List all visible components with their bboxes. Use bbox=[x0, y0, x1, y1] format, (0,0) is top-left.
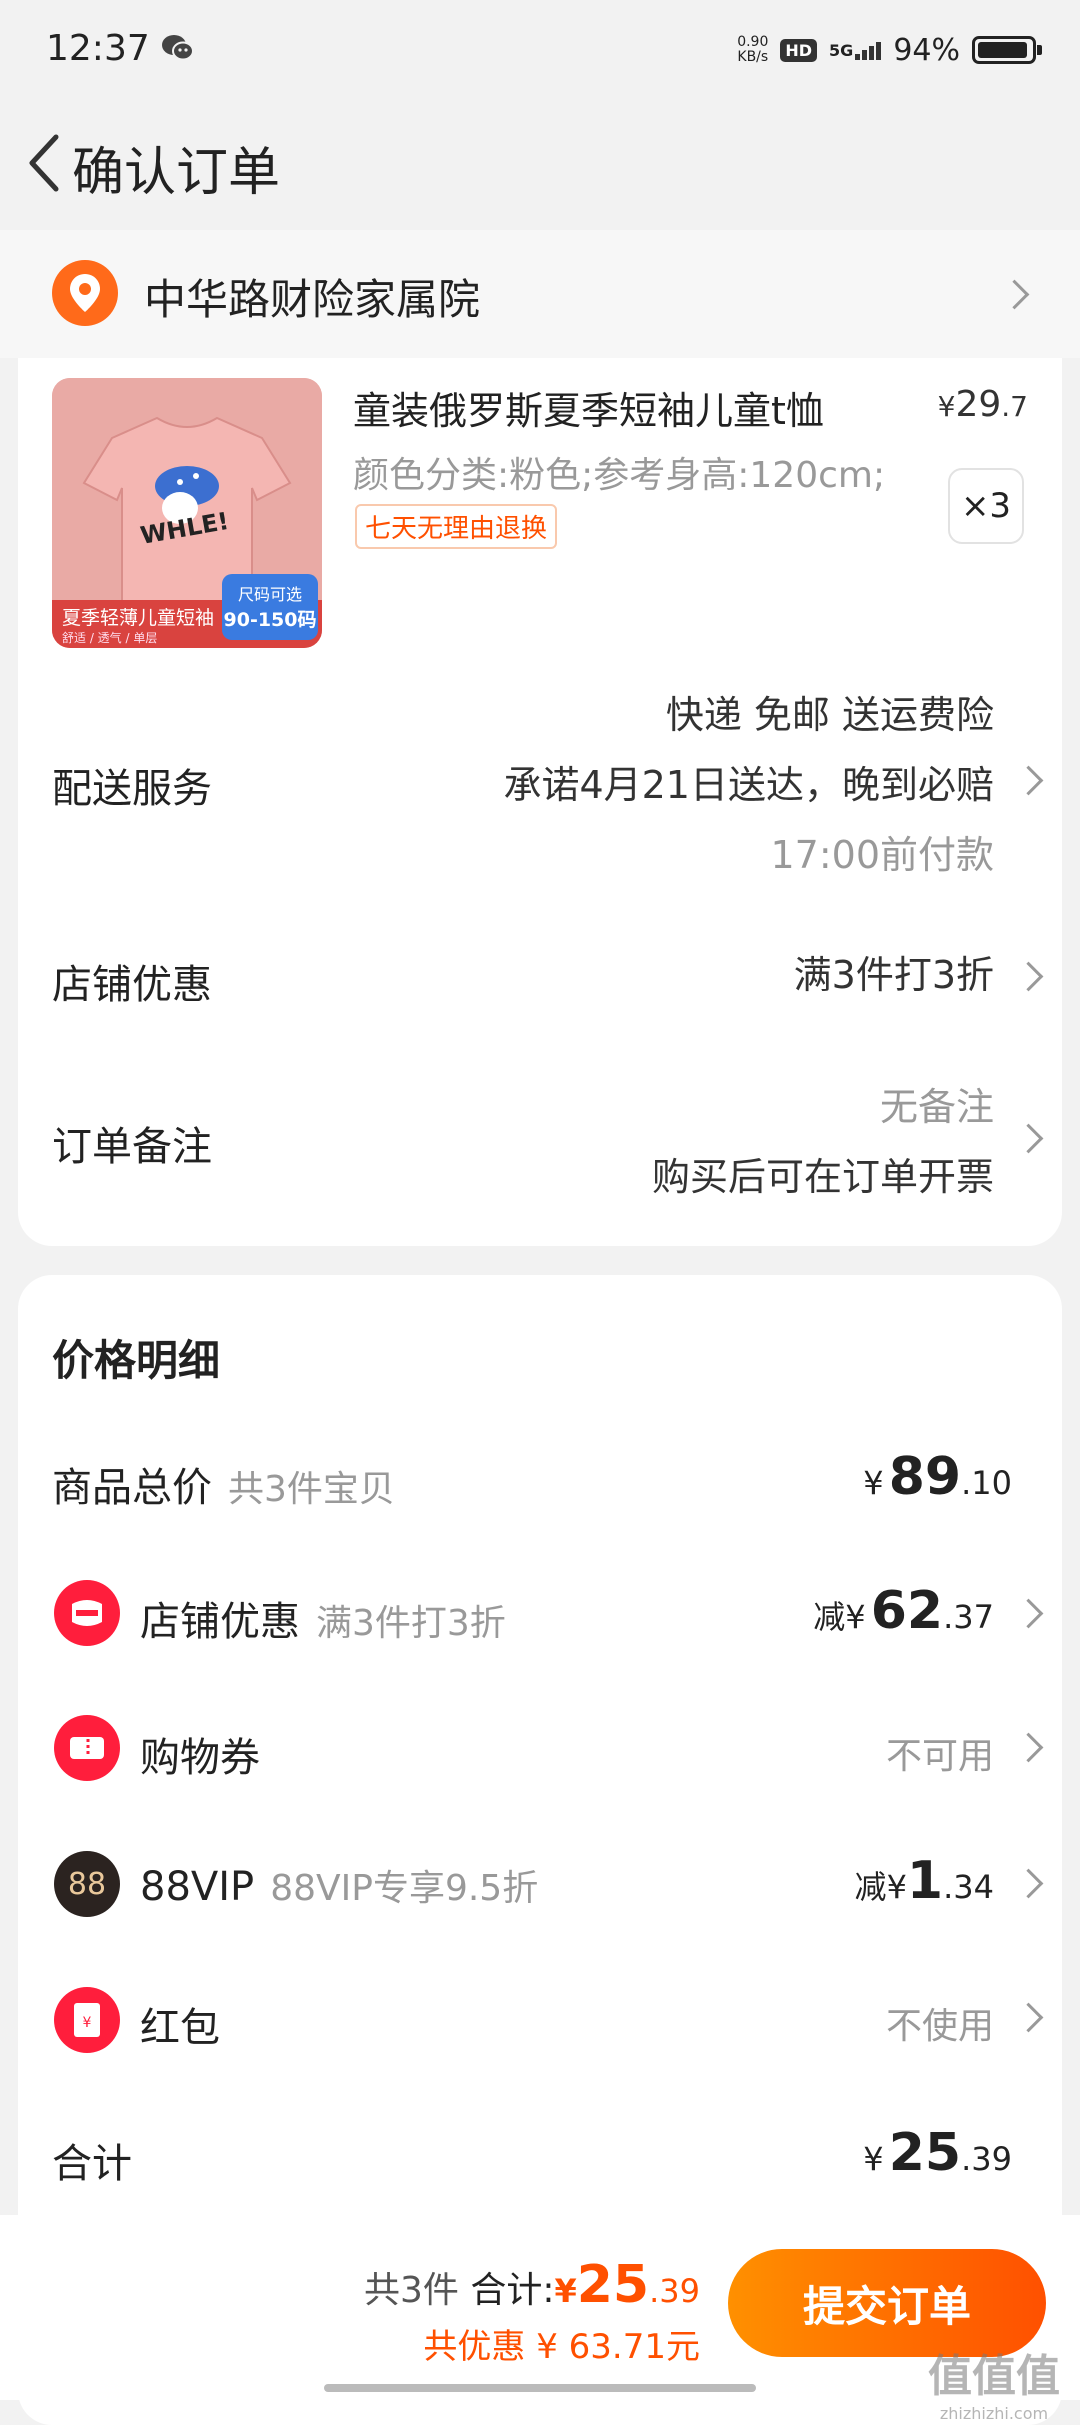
back-arrow-icon bbox=[29, 134, 59, 192]
quantity-button[interactable]: ×3 bbox=[948, 468, 1024, 544]
product-image[interactable]: WHLE! 夏季轻薄儿童短袖 舒适 / 透气 / 单层 尺码可选 90-150码 bbox=[52, 378, 322, 648]
coupon-label: 购物券 bbox=[140, 1735, 260, 1781]
total-amount: ¥ 25.39 bbox=[863, 2123, 1012, 2183]
checkout-summary: 共3件 合计:¥25.39 共优惠 ¥ 63.71元 bbox=[363, 2255, 700, 2367]
goods-total-label: 商品总价 共3件宝贝 bbox=[52, 1465, 395, 1511]
product-price: ¥29.7 bbox=[937, 384, 1028, 425]
image-badge-bottom: 90-150码 bbox=[224, 609, 317, 631]
return-policy-badge: 七天无理由退换 bbox=[355, 504, 558, 549]
store-discount-amount: 减¥ 62.37 bbox=[813, 1581, 994, 1641]
coupon-icon bbox=[54, 1715, 120, 1781]
image-badge-top: 尺码可选 bbox=[238, 585, 302, 604]
total-label: 合计 bbox=[52, 2141, 132, 2187]
goods-total-amount: ¥ 89.10 bbox=[863, 1447, 1012, 1507]
total-label: 合计: bbox=[470, 2270, 555, 2311]
vip-discount-amount: 减¥1.34 bbox=[854, 1851, 994, 1911]
home-indicator[interactable] bbox=[324, 2384, 756, 2392]
product-title[interactable]: 童装俄罗斯夏季短袖儿童t恤 bbox=[353, 380, 824, 435]
store-icon bbox=[54, 1580, 120, 1646]
page-title: 确认订单 bbox=[72, 143, 281, 203]
red-packet-icon: ¥ bbox=[54, 1987, 120, 2053]
location-pin-icon bbox=[52, 260, 118, 326]
svg-text:¥: ¥ bbox=[83, 2015, 92, 2031]
battery-percent: 94% bbox=[893, 32, 960, 68]
battery-icon bbox=[972, 36, 1042, 64]
watermark: 值值值 zhizhizhi.com bbox=[928, 2351, 1060, 2423]
status-time: 12:37 bbox=[46, 28, 150, 69]
order-item-card: WHLE! 夏季轻薄儿童短袖 舒适 / 透气 / 单层 尺码可选 90-150码… bbox=[18, 358, 1062, 1246]
address-name: 中华路财险家属院 bbox=[144, 275, 481, 324]
coupon-value: 不可用 bbox=[885, 1736, 994, 1777]
store-discount-detail-label: 店铺优惠 满3件打3折 bbox=[140, 1599, 506, 1645]
store-discount-label: 店铺优惠 bbox=[52, 962, 212, 1008]
image-subcaption: 舒适 / 透气 / 单层 bbox=[62, 630, 157, 645]
checkout-bar: 共3件 合计:¥25.39 共优惠 ¥ 63.71元 提交订单 bbox=[0, 2215, 1080, 2400]
total-saved: 共优惠 ¥ 63.71元 bbox=[423, 2327, 700, 2367]
store-discount-value: 满3件打3折 bbox=[793, 953, 994, 997]
red-packet-label: 红包 bbox=[140, 2005, 220, 2051]
chevron-right-icon bbox=[1018, 1727, 1040, 1767]
delivery-info: 快递 免邮 送运费险 承诺4月21日送达，晚到必赔 17:00前付款 bbox=[503, 693, 994, 877]
chevron-right-icon bbox=[1018, 956, 1040, 996]
address-row[interactable]: 中华路财险家属院 bbox=[0, 230, 1080, 358]
back-button[interactable] bbox=[14, 128, 74, 198]
hd-badge: HD bbox=[780, 38, 818, 62]
signal-icon: 5G bbox=[829, 41, 882, 60]
chevron-right-icon bbox=[1004, 274, 1026, 314]
vip-88-icon: 88 bbox=[54, 1851, 120, 1917]
wechat-icon bbox=[162, 35, 194, 61]
chevron-right-icon bbox=[1018, 1863, 1040, 1903]
item-count: 共3件 bbox=[363, 2270, 459, 2311]
nav-bar: 确认订单 bbox=[0, 100, 1080, 230]
image-caption: 夏季轻薄儿童短袖 bbox=[62, 607, 214, 629]
order-remark-label: 订单备注 bbox=[52, 1124, 212, 1170]
order-remark-value: 无备注 购买后可在订单开票 bbox=[651, 1085, 994, 1199]
vip-label: 88VIP 88VIP专享9.5折 bbox=[140, 1864, 539, 1910]
status-bar: 12:37 0.90 KB/s HD 5G 94% bbox=[0, 0, 1080, 100]
chevron-right-icon bbox=[1018, 760, 1040, 800]
chevron-right-icon bbox=[1018, 1118, 1040, 1158]
delivery-label: 配送服务 bbox=[52, 766, 212, 812]
price-detail-title: 价格明细 bbox=[52, 1336, 221, 1385]
chevron-right-icon bbox=[1018, 1997, 1040, 2037]
product-spec[interactable]: 颜色分类:粉色;参考身高:120cm; bbox=[353, 446, 885, 498]
chevron-right-icon bbox=[1018, 1593, 1040, 1633]
red-packet-value: 不使用 bbox=[885, 2006, 994, 2047]
network-speed: 0.90 KB/s bbox=[737, 34, 769, 65]
